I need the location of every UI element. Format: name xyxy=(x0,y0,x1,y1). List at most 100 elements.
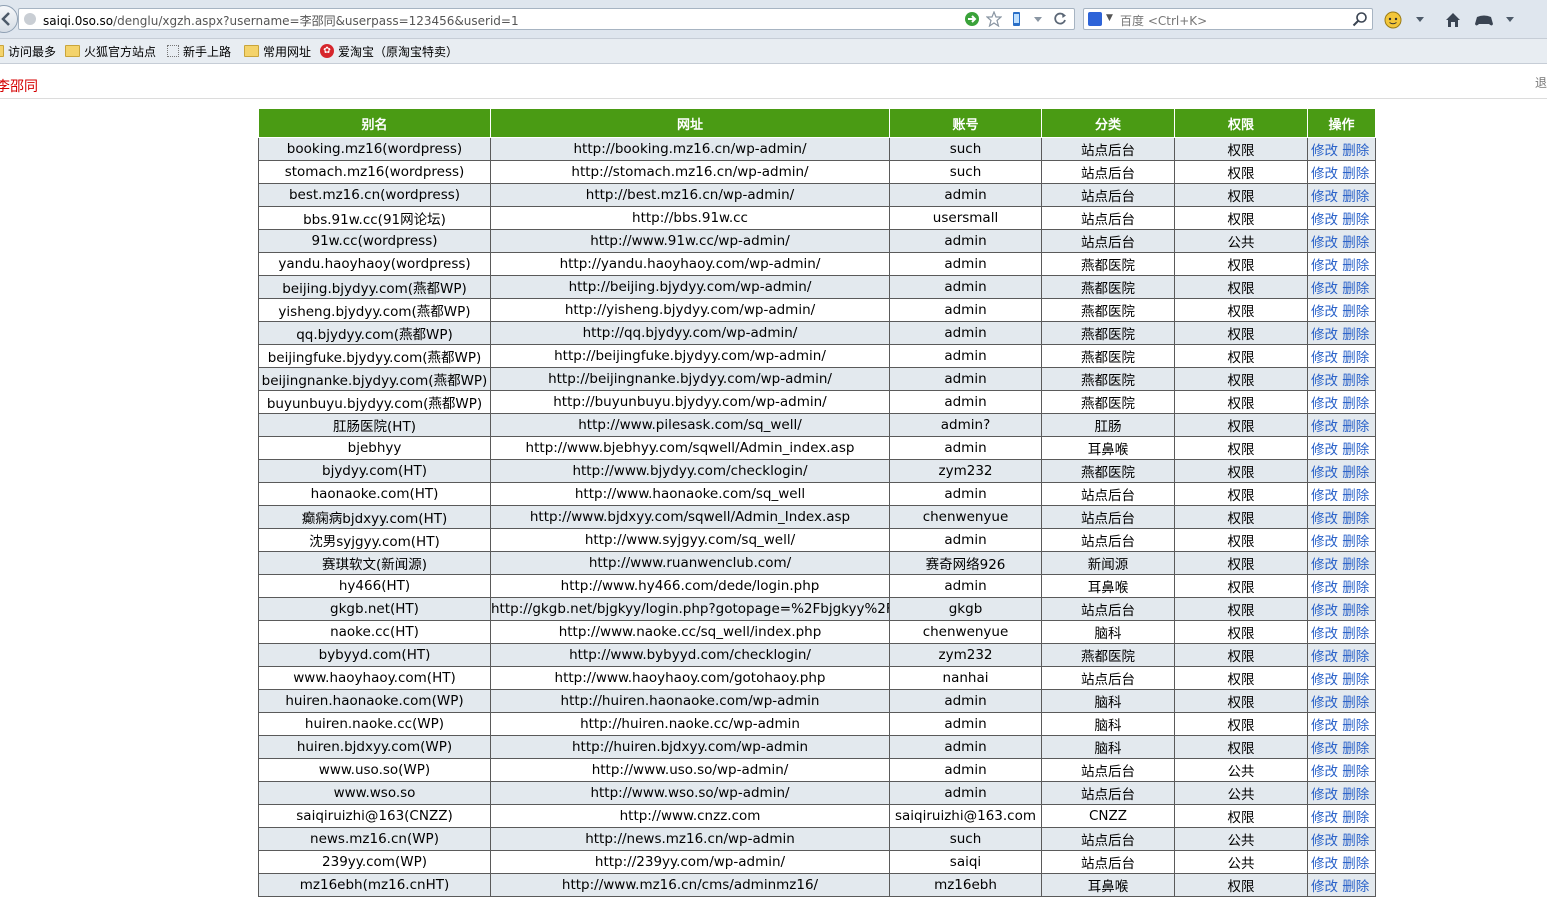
alias-cell: saiqiruizhi@163(CNZZ) xyxy=(258,804,491,828)
edit-link[interactable]: 修改 xyxy=(1311,787,1338,803)
edit-link[interactable]: 修改 xyxy=(1311,741,1338,757)
edit-link[interactable]: 修改 xyxy=(1311,764,1338,780)
category-cell: 站点后台 xyxy=(1041,781,1175,805)
delete-link[interactable]: 删除 xyxy=(1342,465,1369,481)
site-identity-icon[interactable] xyxy=(24,13,36,25)
edit-link[interactable]: 修改 xyxy=(1311,327,1338,343)
delete-link[interactable]: 删除 xyxy=(1342,810,1369,826)
edit-link[interactable]: 修改 xyxy=(1311,465,1338,481)
engine-dropdown-icon[interactable]: ▼ xyxy=(1106,13,1113,23)
edit-link[interactable]: 修改 xyxy=(1311,212,1338,228)
addon-dropdown-icon[interactable] xyxy=(1414,11,1430,27)
delete-link[interactable]: 删除 xyxy=(1342,143,1369,159)
delete-link[interactable]: 删除 xyxy=(1342,764,1369,780)
edit-link[interactable]: 修改 xyxy=(1311,442,1338,458)
permission-cell: 权限 xyxy=(1174,551,1308,575)
edit-link[interactable]: 修改 xyxy=(1311,189,1338,205)
delete-link[interactable]: 删除 xyxy=(1342,189,1369,205)
home-icon[interactable] xyxy=(1444,11,1460,27)
delete-link[interactable]: 删除 xyxy=(1342,672,1369,688)
bookmark-getting-started[interactable]: 新手上路 xyxy=(167,43,231,59)
search-bar[interactable]: ▼ 百度 <Ctrl+K> xyxy=(1083,8,1373,30)
delete-link[interactable]: 删除 xyxy=(1342,787,1369,803)
category-cell: 站点后台 xyxy=(1041,183,1175,207)
table-row: 沈男syjgyy.com(HT) http://www.syjgyy.com/sq… xyxy=(258,528,1376,552)
bookmark-firefox-official[interactable]: 火狐官方站点 xyxy=(65,43,156,59)
search-input[interactable]: 百度 <Ctrl+K> xyxy=(1120,12,1207,29)
edit-link[interactable]: 修改 xyxy=(1311,557,1338,573)
delete-link[interactable]: 删除 xyxy=(1342,396,1369,412)
url-bar[interactable]: saiqi.0so.so/denglu/xgzh.aspx?username=李… xyxy=(18,8,1075,30)
url-cell: http://www.uso.so/wp-admin/ xyxy=(490,758,890,782)
delete-link[interactable]: 删除 xyxy=(1342,856,1369,872)
edit-link[interactable]: 修改 xyxy=(1311,695,1338,711)
edit-link[interactable]: 修改 xyxy=(1311,718,1338,734)
reload-icon[interactable] xyxy=(1052,11,1068,27)
delete-link[interactable]: 删除 xyxy=(1342,212,1369,228)
alias-cell: yandu.haoyhaoy(wordpress) xyxy=(258,252,491,276)
dropdown-arrow-icon[interactable] xyxy=(1030,11,1046,27)
edit-link[interactable]: 修改 xyxy=(1311,833,1338,849)
delete-link[interactable]: 删除 xyxy=(1342,166,1369,182)
back-button[interactable] xyxy=(0,5,18,33)
delete-link[interactable]: 删除 xyxy=(1342,281,1369,297)
delete-link[interactable]: 删除 xyxy=(1342,235,1369,251)
delete-link[interactable]: 删除 xyxy=(1342,534,1369,550)
bookmark-common-sites[interactable]: 常用网址 xyxy=(244,43,311,59)
baidu-engine-icon[interactable] xyxy=(1088,12,1102,26)
edit-link[interactable]: 修改 xyxy=(1311,143,1338,159)
delete-link[interactable]: 删除 xyxy=(1342,419,1369,435)
magnifier-icon[interactable] xyxy=(1352,11,1368,30)
go-icon[interactable] xyxy=(964,11,980,27)
delete-link[interactable]: 删除 xyxy=(1342,327,1369,343)
edit-link[interactable]: 修改 xyxy=(1311,626,1338,642)
edit-link[interactable]: 修改 xyxy=(1311,350,1338,366)
edit-link[interactable]: 修改 xyxy=(1311,281,1338,297)
account-cell: 赛奇网络926 xyxy=(889,551,1042,575)
edit-link[interactable]: 修改 xyxy=(1311,511,1338,527)
delete-link[interactable]: 删除 xyxy=(1342,373,1369,389)
delete-link[interactable]: 删除 xyxy=(1342,488,1369,504)
delete-link[interactable]: 删除 xyxy=(1342,557,1369,573)
edit-link[interactable]: 修改 xyxy=(1311,235,1338,251)
edit-link[interactable]: 修改 xyxy=(1311,810,1338,826)
addon-face-icon[interactable] xyxy=(1384,11,1402,29)
edit-link[interactable]: 修改 xyxy=(1311,419,1338,435)
edit-link[interactable]: 修改 xyxy=(1311,856,1338,872)
edit-link[interactable]: 修改 xyxy=(1311,488,1338,504)
delete-link[interactable]: 删除 xyxy=(1342,741,1369,757)
bookmark-aitaobao[interactable]: ✿ 爱淘宝（原淘宝特卖） xyxy=(320,43,458,59)
delete-link[interactable]: 删除 xyxy=(1342,603,1369,619)
delete-link[interactable]: 删除 xyxy=(1342,718,1369,734)
delete-link[interactable]: 删除 xyxy=(1342,511,1369,527)
edit-link[interactable]: 修改 xyxy=(1311,534,1338,550)
edit-link[interactable]: 修改 xyxy=(1311,373,1338,389)
edit-link[interactable]: 修改 xyxy=(1311,672,1338,688)
edit-link[interactable]: 修改 xyxy=(1311,304,1338,320)
delete-link[interactable]: 删除 xyxy=(1342,442,1369,458)
logout-link-fragment[interactable]: 退 xyxy=(1535,74,1547,91)
url-text[interactable]: saiqi.0so.so/denglu/xgzh.aspx?username=李… xyxy=(43,12,519,29)
delete-link[interactable]: 删除 xyxy=(1342,649,1369,665)
edit-link[interactable]: 修改 xyxy=(1311,166,1338,182)
bookmark-star-icon[interactable] xyxy=(985,10,1003,28)
edit-link[interactable]: 修改 xyxy=(1311,396,1338,412)
delete-link[interactable]: 删除 xyxy=(1342,626,1369,642)
edit-link[interactable]: 修改 xyxy=(1311,580,1338,596)
actions-cell: 修改 删除 xyxy=(1307,597,1376,621)
delete-link[interactable]: 删除 xyxy=(1342,258,1369,274)
delete-link[interactable]: 删除 xyxy=(1342,833,1369,849)
delete-link[interactable]: 删除 xyxy=(1342,695,1369,711)
delete-link[interactable]: 删除 xyxy=(1342,304,1369,320)
edit-link[interactable]: 修改 xyxy=(1311,649,1338,665)
edit-link[interactable]: 修改 xyxy=(1311,258,1338,274)
bookmark-most-visited[interactable]: 访问最多 xyxy=(0,43,56,59)
edit-link[interactable]: 修改 xyxy=(1311,603,1338,619)
menu-dropdown-icon[interactable] xyxy=(1504,11,1520,27)
gamepad-icon[interactable] xyxy=(1474,11,1493,27)
delete-link[interactable]: 删除 xyxy=(1342,580,1369,596)
delete-link[interactable]: 删除 xyxy=(1342,350,1369,366)
delete-link[interactable]: 删除 xyxy=(1342,879,1369,895)
edit-link[interactable]: 修改 xyxy=(1311,879,1338,895)
mobile-icon[interactable] xyxy=(1008,11,1024,27)
